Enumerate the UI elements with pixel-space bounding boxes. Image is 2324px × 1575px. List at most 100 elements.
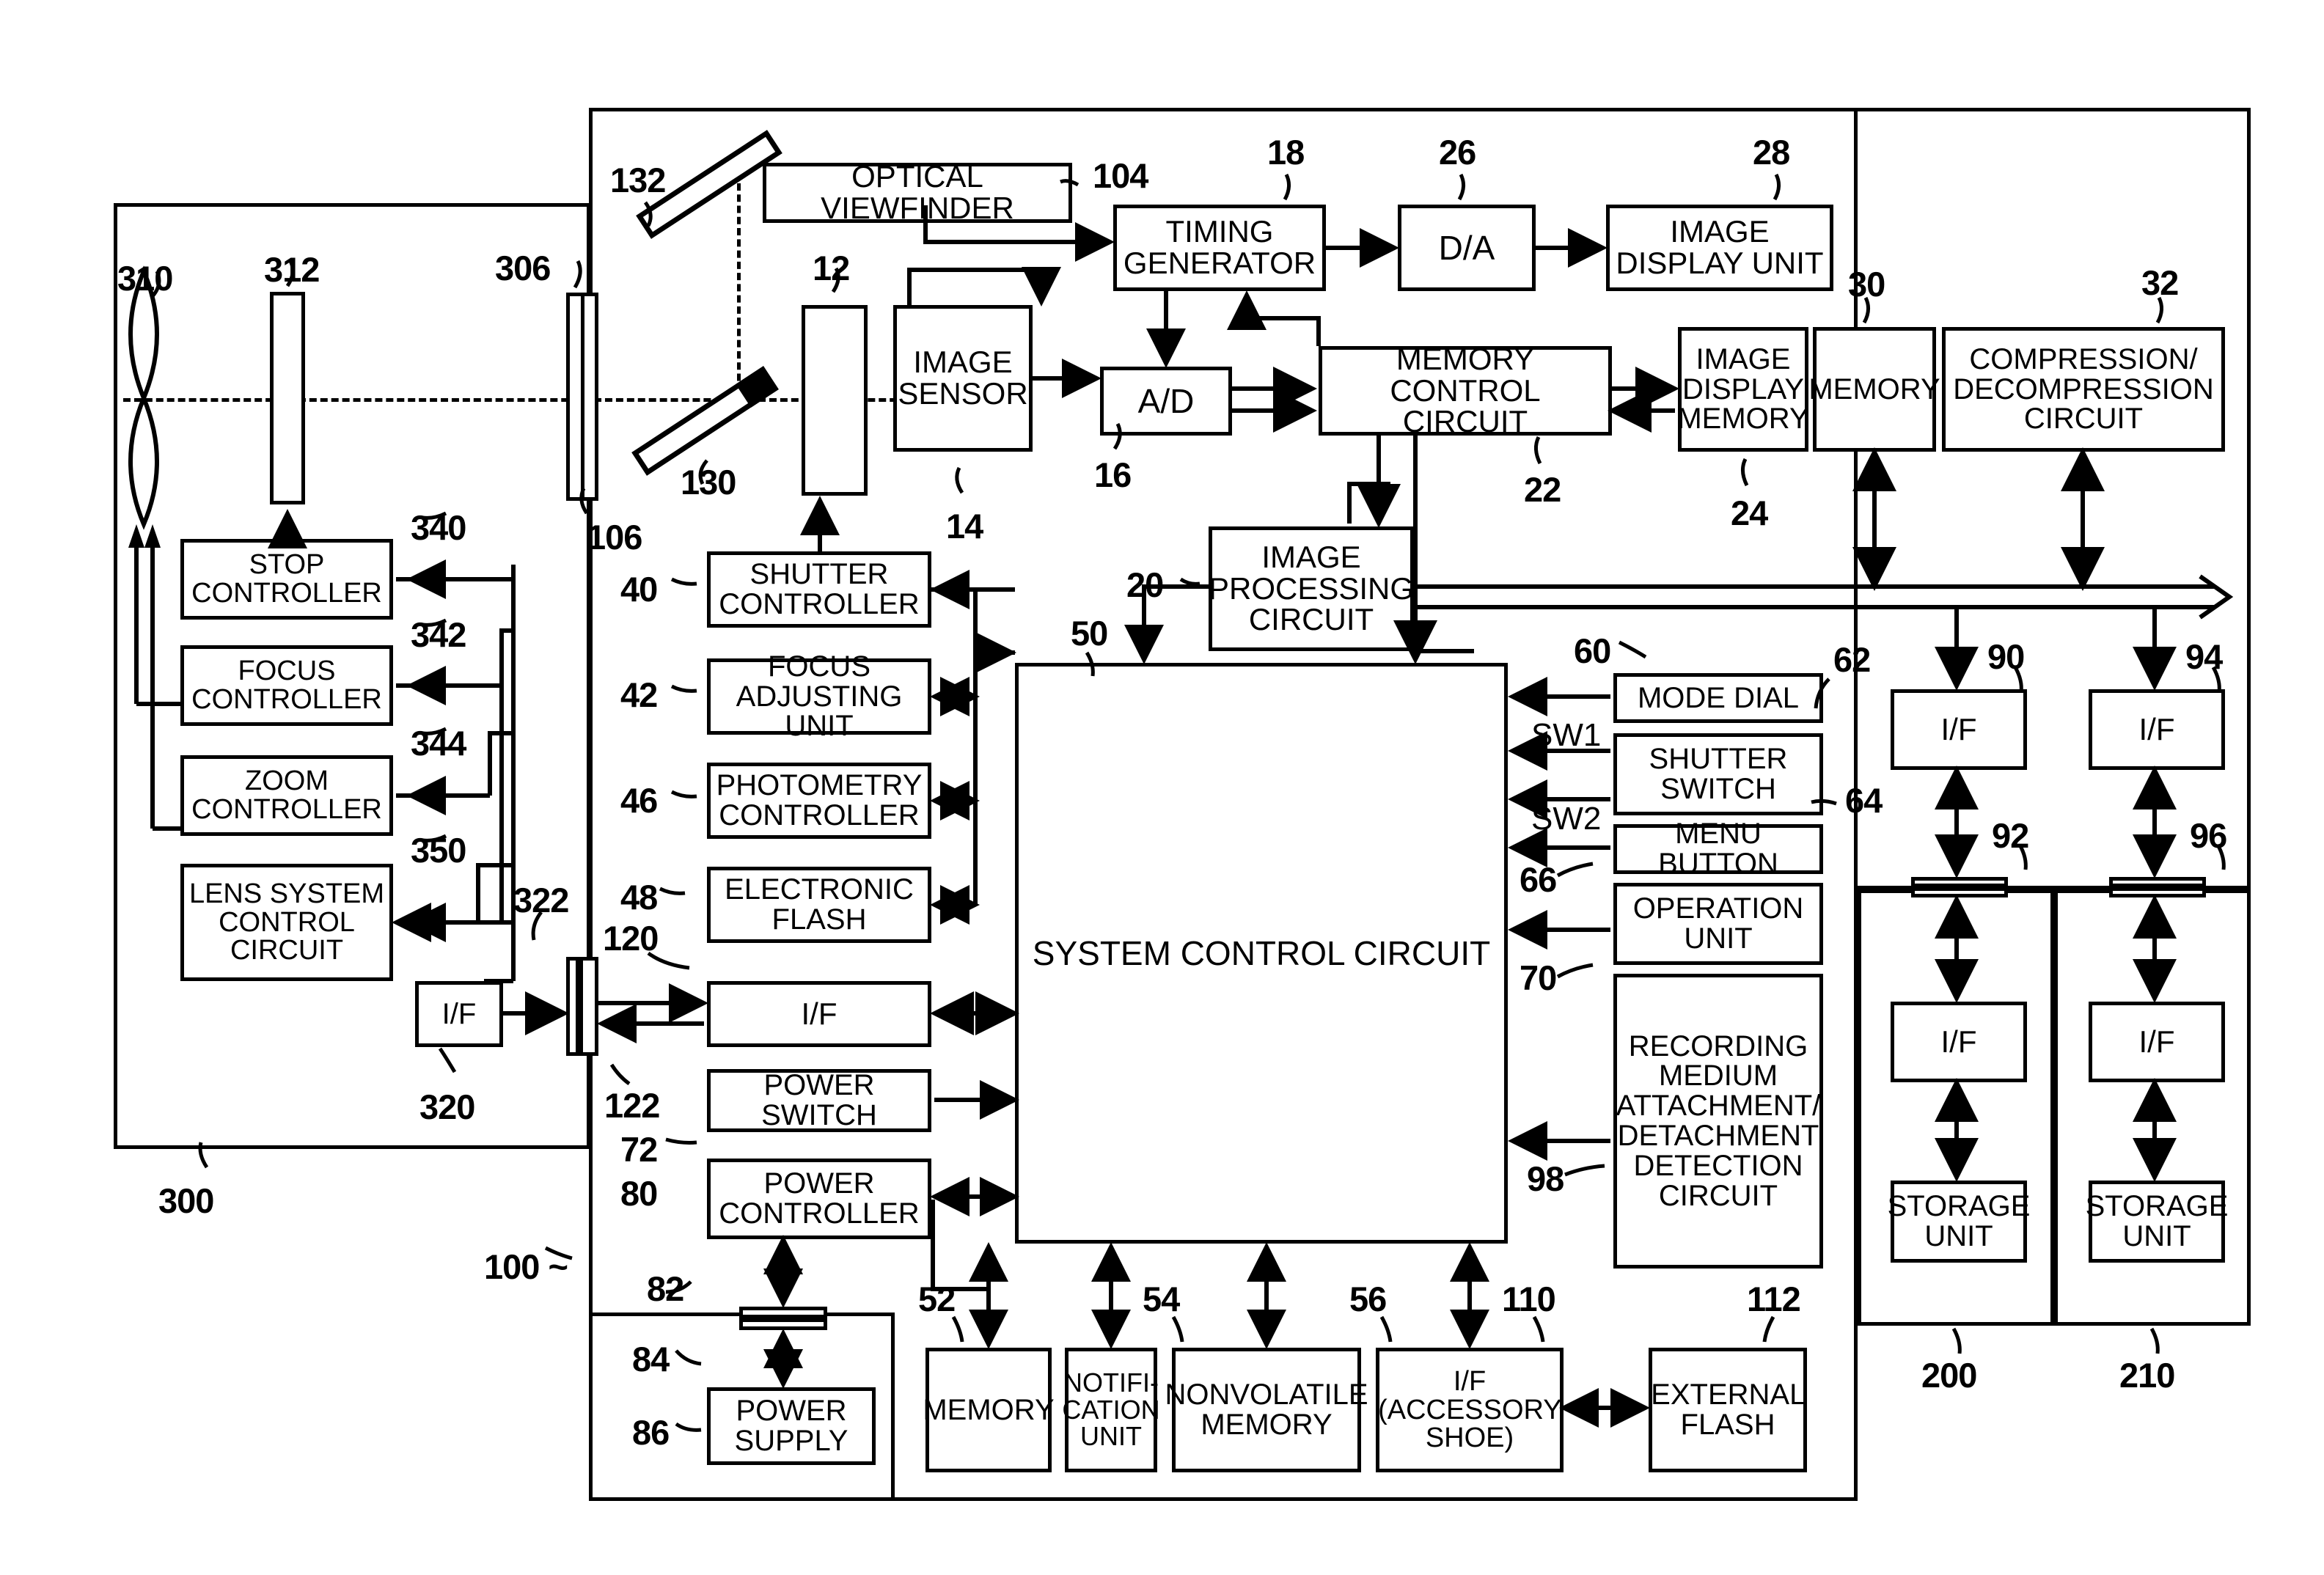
shutter-12 bbox=[802, 305, 868, 496]
power-controller: POWER CONTROLLER bbox=[707, 1159, 931, 1239]
ref-322: 322 bbox=[513, 881, 569, 919]
ref-100: 100 ~ bbox=[484, 1247, 568, 1286]
electronic-flash: ELECTRONIC FLASH bbox=[707, 867, 931, 943]
ref-26: 26 bbox=[1439, 133, 1476, 172]
ref-20: 20 bbox=[1126, 565, 1164, 604]
recording-connector-92 bbox=[1911, 877, 2008, 887]
ref-24: 24 bbox=[1731, 493, 1768, 532]
ref-132: 132 bbox=[610, 161, 666, 199]
storage-unit-200: STORAGE UNIT bbox=[1888, 1181, 2030, 1263]
ref-46: 46 bbox=[620, 781, 658, 820]
recording-medium-detection-circuit: RECORDING MEDIUM ATTACHMENT/ DETACHMENT … bbox=[1613, 974, 1823, 1269]
ref-64: 64 bbox=[1845, 781, 1883, 820]
ref-30: 30 bbox=[1848, 265, 1885, 304]
right-bus-enclosure bbox=[1858, 108, 2251, 889]
shutter-controller: SHUTTER CONTROLLER bbox=[707, 551, 931, 628]
system-control-circuit: SYSTEM CONTROL CIRCUIT bbox=[1015, 663, 1508, 1244]
power-switch: POWER SWITCH bbox=[707, 1069, 931, 1132]
ref-60: 60 bbox=[1574, 631, 1611, 670]
ref-28: 28 bbox=[1753, 133, 1790, 172]
signal-label-sw2: SW2 bbox=[1531, 801, 1602, 837]
ref-80: 80 bbox=[620, 1174, 658, 1213]
image-display-memory: IMAGE DISPLAY MEMORY bbox=[1677, 327, 1809, 452]
zoom-controller[interactable]: ZOOM CONTROLLER bbox=[180, 755, 393, 836]
ref-130: 130 bbox=[681, 463, 736, 502]
ref-54: 54 bbox=[1143, 1280, 1180, 1318]
ref-86: 86 bbox=[632, 1413, 670, 1452]
ref-122: 122 bbox=[604, 1086, 660, 1125]
image-processing-circuit: IMAGE PROCESSING CIRCUIT bbox=[1209, 526, 1414, 651]
ref-350: 350 bbox=[411, 831, 466, 870]
ref-340: 340 bbox=[411, 508, 466, 547]
compression-decompression-circuit: COMPRESSION/ DECOMPRESSION CIRCUIT bbox=[1942, 327, 2225, 452]
ref-306: 306 bbox=[495, 249, 551, 287]
interface-210: I/F bbox=[2089, 1002, 2225, 1082]
power-connector-82 bbox=[739, 1307, 827, 1318]
viewfinder-axis bbox=[737, 183, 741, 403]
figure-canvas: STOP CONTROLLER FOCUS CONTROLLER ZOOM CO… bbox=[0, 0, 2324, 1575]
ref-98: 98 bbox=[1527, 1159, 1564, 1198]
mode-dial: MODE DIAL bbox=[1613, 673, 1823, 723]
image-display-unit: IMAGE DISPLAY UNIT bbox=[1606, 205, 1833, 291]
ref-92: 92 bbox=[1992, 816, 2029, 855]
recording-connector-96-lower bbox=[2109, 887, 2206, 897]
ref-106: 106 bbox=[587, 518, 642, 557]
ref-110: 110 bbox=[1502, 1280, 1556, 1318]
recording-connector-92-lower bbox=[1911, 887, 2008, 897]
ref-342: 342 bbox=[411, 615, 466, 654]
ref-200: 200 bbox=[1921, 1356, 1977, 1395]
ref-48: 48 bbox=[620, 878, 658, 917]
focus-adjusting-unit: FOCUS ADJUSTING UNIT bbox=[707, 651, 931, 741]
stop-controller[interactable]: STOP CONTROLLER bbox=[180, 539, 393, 620]
ref-14: 14 bbox=[946, 507, 983, 546]
power-supply: POWER SUPPLY bbox=[707, 1387, 876, 1465]
memory-control-circuit: MEMORY CONTROL CIRCUIT bbox=[1319, 343, 1612, 437]
timing-generator: TIMING GENERATOR bbox=[1113, 205, 1326, 291]
interface-94: I/F bbox=[2089, 689, 2225, 770]
ref-62: 62 bbox=[1833, 640, 1871, 679]
ref-90: 90 bbox=[1987, 637, 2025, 676]
ref-96: 96 bbox=[2190, 816, 2227, 855]
lens-system-control-circuit[interactable]: LENS SYSTEM CONTROL CIRCUIT bbox=[180, 864, 393, 981]
interface-200: I/F bbox=[1891, 1002, 2027, 1082]
ref-84: 84 bbox=[632, 1340, 670, 1378]
memory-52: MEMORY bbox=[923, 1348, 1055, 1472]
memory-30: MEMORY bbox=[1808, 327, 1940, 452]
ref-42: 42 bbox=[620, 675, 658, 714]
lens-interface[interactable]: I/F bbox=[415, 981, 503, 1047]
body-interface: I/F bbox=[707, 981, 931, 1047]
focus-controller[interactable]: FOCUS CONTROLLER bbox=[180, 645, 393, 726]
ref-120: 120 bbox=[603, 919, 659, 958]
ref-104: 104 bbox=[1093, 156, 1148, 195]
body-mount-106 bbox=[581, 293, 598, 501]
ref-18: 18 bbox=[1267, 133, 1305, 172]
ref-112: 112 bbox=[1747, 1280, 1801, 1318]
body-connector-122 bbox=[579, 957, 598, 1056]
optical-viewfinder: OPTICAL VIEWFINDER bbox=[763, 161, 1072, 224]
storage-unit-210: STORAGE UNIT bbox=[2086, 1181, 2228, 1263]
ref-210: 210 bbox=[2119, 1356, 2175, 1395]
ref-300: 300 bbox=[158, 1181, 214, 1220]
ref-56: 56 bbox=[1349, 1280, 1387, 1318]
ref-344: 344 bbox=[411, 724, 466, 763]
ref-94: 94 bbox=[2185, 637, 2223, 676]
ad-converter: A/D bbox=[1100, 367, 1232, 436]
da-converter: D/A bbox=[1398, 205, 1536, 291]
ref-16: 16 bbox=[1094, 455, 1132, 494]
ref-310: 310 bbox=[117, 259, 173, 298]
ref-52: 52 bbox=[918, 1280, 956, 1318]
notification-unit: NOTIFI- CATION UNIT bbox=[1062, 1348, 1160, 1472]
stop-312 bbox=[270, 292, 305, 504]
power-connector-84 bbox=[739, 1318, 827, 1330]
ref-12: 12 bbox=[813, 249, 850, 287]
operation-unit: OPERATION UNIT bbox=[1613, 883, 1823, 965]
photometry-controller: PHOTOMETRY CONTROLLER bbox=[707, 763, 931, 839]
lens-connector-322 bbox=[566, 957, 579, 1056]
nonvolatile-memory: NONVOLATILE MEMORY bbox=[1165, 1348, 1368, 1472]
accessory-shoe-interface: I/F (ACCESSORY SHOE) bbox=[1376, 1348, 1564, 1472]
ref-320: 320 bbox=[419, 1087, 475, 1126]
menu-button: MENU BUTTON bbox=[1613, 819, 1823, 878]
shutter-switch: SHUTTER SWITCH bbox=[1613, 733, 1823, 815]
ref-72: 72 bbox=[620, 1130, 658, 1169]
ref-50: 50 bbox=[1071, 614, 1108, 653]
